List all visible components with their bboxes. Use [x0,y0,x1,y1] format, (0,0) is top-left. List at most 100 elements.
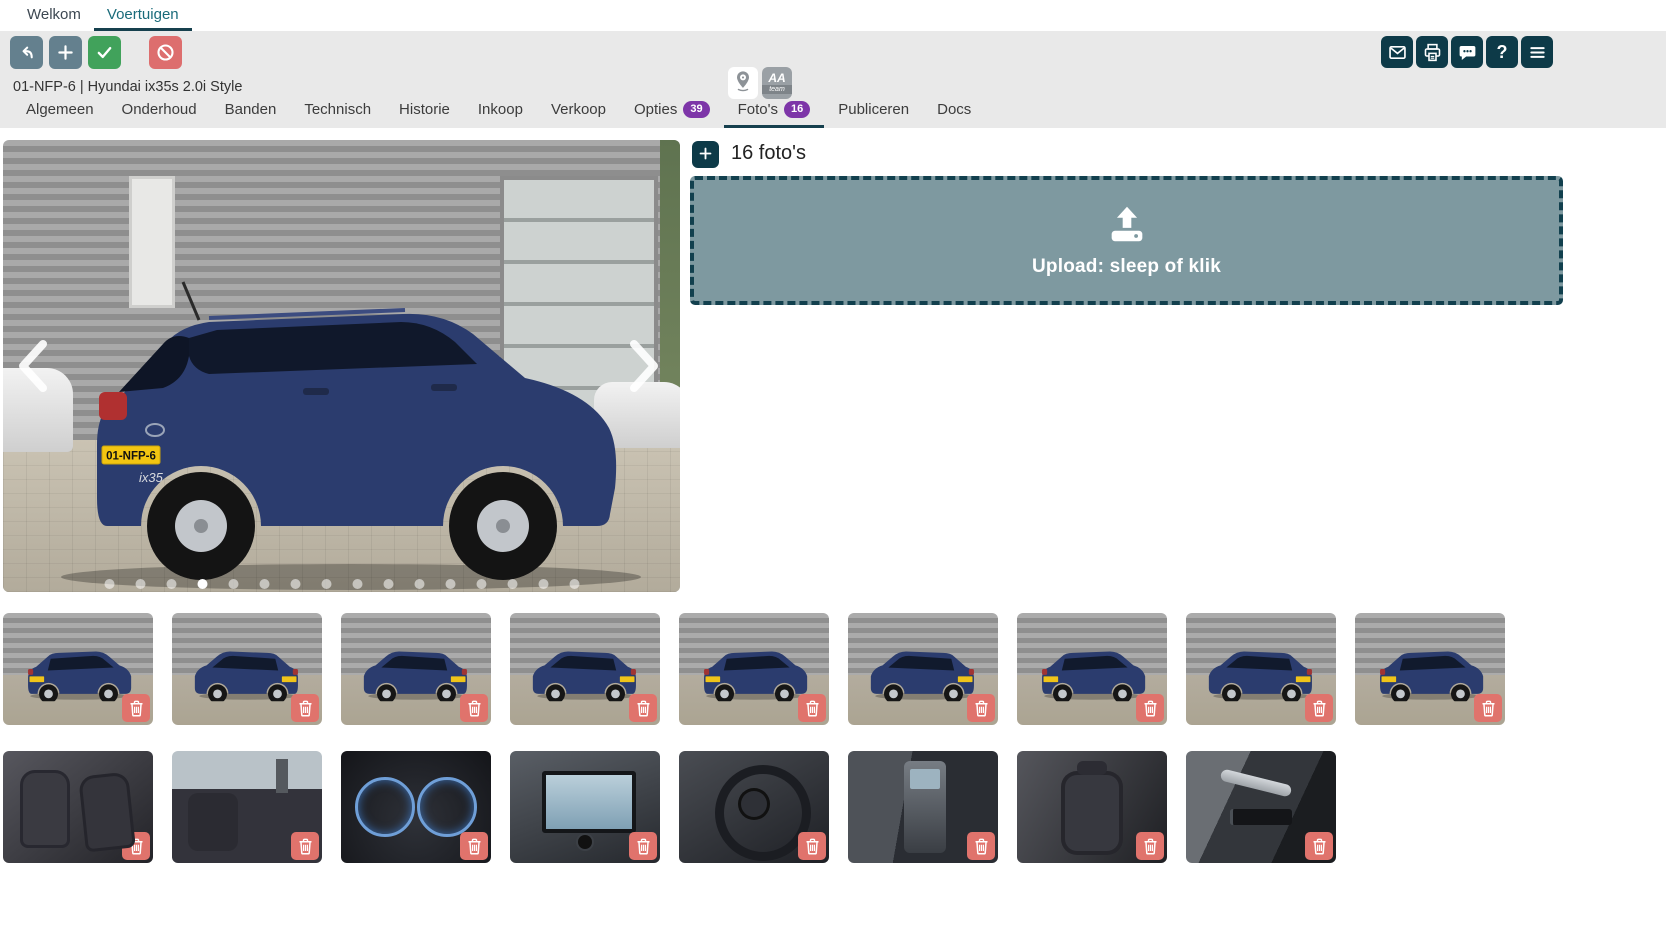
delete-photo-button[interactable] [629,694,657,722]
window-tab-welkom[interactable]: Welkom [14,0,94,31]
carousel-dot-11[interactable] [414,579,424,589]
photo-thumbnail-interior-rear-cabin[interactable] [172,751,322,863]
question-icon: ? [1497,42,1508,63]
thumbnail-car-photo [865,642,982,709]
delete-photo-button[interactable] [798,832,826,860]
photo-thumbnail-interior-front-seats[interactable] [3,751,153,863]
thumbnail-car-photo [1372,642,1489,709]
carousel-dot-15[interactable] [538,579,548,589]
photo-thumbnail-exterior-rear-left[interactable] [3,613,153,725]
delete-photo-button[interactable] [1305,694,1333,722]
photo-thumbnail-exterior-front-left[interactable] [510,613,660,725]
carousel-dot-6[interactable] [259,579,269,589]
tab-foto-s[interactable]: Foto's16 [724,101,825,128]
upload-icon [1104,204,1150,249]
add-photo-button[interactable] [692,141,719,168]
trash-icon [1143,700,1158,717]
trash-icon [636,838,651,855]
envelope-icon [1387,42,1408,63]
photo-thumbnail-steering-wheel[interactable] [679,751,829,863]
tab-historie[interactable]: Historie [385,101,464,128]
trash-icon [1312,700,1327,717]
photo-thumbnail-front-seat[interactable] [1017,751,1167,863]
delete-photo-button[interactable] [1136,694,1164,722]
carousel-dot-8[interactable] [321,579,331,589]
carousel-dot-5[interactable] [228,579,238,589]
cancel-button[interactable] [149,36,182,69]
tab-algemeen[interactable]: Algemeen [12,101,108,128]
photo-thumbnail-exterior-rear[interactable] [1017,613,1167,725]
photo-thumbnail-infotainment-screen[interactable] [510,751,660,863]
photo-thumbnail-exterior-rear-left[interactable] [679,613,829,725]
tab-publiceren[interactable]: Publiceren [824,101,923,128]
add-button[interactable] [49,36,82,69]
tab-onderhoud[interactable]: Onderhoud [108,101,211,128]
delete-photo-button[interactable] [1305,832,1333,860]
delete-photo-button[interactable] [460,694,488,722]
carousel-dot-12[interactable] [445,579,455,589]
delete-photo-button[interactable] [967,694,995,722]
carousel-dot-1[interactable] [104,579,114,589]
block-icon [155,42,176,63]
tab-technisch[interactable]: Technisch [290,101,385,128]
carousel-dot-9[interactable] [352,579,362,589]
carousel-dot-14[interactable] [507,579,517,589]
print-button[interactable] [1416,36,1448,68]
delete-photo-button[interactable] [460,832,488,860]
photo-thumbnail-exterior-front-right[interactable] [341,613,491,725]
window-tab-voertuigen[interactable]: Voertuigen [94,0,192,31]
tab-verkoop[interactable]: Verkoop [537,101,620,128]
vehicle-title: 01-NFP-6 | Hyundai ix35s 2.0i Style [13,79,242,95]
confirm-button[interactable] [88,36,121,69]
delete-photo-button[interactable] [1136,832,1164,860]
thumbnail-car-photo [1034,642,1151,709]
carousel-dot-10[interactable] [383,579,393,589]
vehicle-app-window: WelkomVoertuigen ? 01-NFP-6 | Hyundai ix… [0,0,1666,946]
menu-button[interactable] [1521,36,1553,68]
photo-thumbnail-exterior-side-rear[interactable] [1355,613,1505,725]
help-button[interactable]: ? [1486,36,1518,68]
tab-docs[interactable]: Docs [923,101,985,128]
photo-count-label: 16 foto's [731,142,806,165]
carousel-dot-3[interactable] [166,579,176,589]
carousel-dot-16[interactable] [569,579,579,589]
delete-photo-button[interactable] [122,694,150,722]
photo-thumbnail-exterior-front[interactable] [172,613,322,725]
carousel-dot-7[interactable] [290,579,300,589]
photo-thumbnail-exterior-rear-right[interactable] [1186,613,1336,725]
location-publish-badge[interactable] [728,67,758,99]
chat-button[interactable] [1451,36,1483,68]
trash-icon [974,838,989,855]
window-tab-bar: WelkomVoertuigen [0,0,1666,31]
aa-team-publish-badge[interactable]: AA team [762,67,792,99]
license-plate: 01-NFP-6 [106,451,156,463]
trash-icon [298,700,313,717]
delete-photo-button[interactable] [1474,694,1502,722]
delete-photo-button[interactable] [967,832,995,860]
photo-thumbnail-instrument-cluster[interactable] [341,751,491,863]
tab-label: Docs [937,101,971,118]
photo-thumbnail-exterior-side-right[interactable] [848,613,998,725]
tab-opties[interactable]: Opties39 [620,101,724,128]
toolbar-right: ? [1381,36,1553,68]
photo-thumbnail-center-console[interactable] [848,751,998,863]
thumbnail-car-photo [20,642,137,709]
carousel-next-button[interactable] [624,336,666,396]
photo-thumbnail-door-panel[interactable] [1186,751,1336,863]
check-icon [94,42,115,63]
mail-button[interactable] [1381,36,1413,68]
photo-upload-dropzone[interactable]: Upload: sleep of klik [690,176,1563,305]
tab-banden[interactable]: Banden [211,101,291,128]
delete-photo-button[interactable] [629,832,657,860]
carousel-dot-2[interactable] [135,579,145,589]
tab-inkoop[interactable]: Inkoop [464,101,537,128]
tab-label: Historie [399,101,450,118]
back-button[interactable] [10,36,43,69]
delete-photo-button[interactable] [291,694,319,722]
delete-photo-button[interactable] [122,832,150,860]
carousel-dot-13[interactable] [476,579,486,589]
delete-photo-button-highlighted[interactable] [798,694,826,722]
carousel-dot-4[interactable] [197,579,207,589]
carousel-previous-button[interactable] [11,336,53,396]
delete-photo-button[interactable] [291,832,319,860]
